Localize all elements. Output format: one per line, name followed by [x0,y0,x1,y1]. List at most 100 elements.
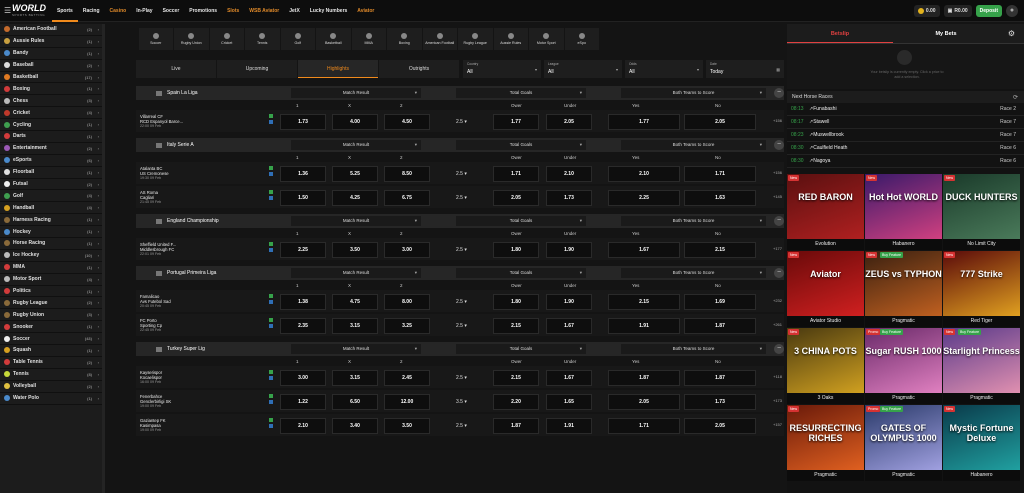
goal-line-select[interactable]: 2.5 ▾ [456,166,490,182]
nav-item[interactable]: Casino [105,0,132,22]
collapse-icon[interactable]: − [774,216,784,226]
filter-tab[interactable]: Outrights [379,60,459,78]
odds-button[interactable]: 8.50 [384,166,430,182]
collapse-icon[interactable]: − [774,88,784,98]
odds-button[interactable]: 3.00 [384,242,430,258]
market-select[interactable]: Match Result [291,216,421,226]
match-teams[interactable]: Gaziantep FK Kasimpasa 19:00 09 Feb [140,418,166,433]
goal-line-select[interactable]: 2.5 ▾ [456,418,490,434]
game-tile[interactable]: Hot Hot WORLD Habanero New [865,174,942,250]
odds-button[interactable]: 12.00 [384,394,430,410]
odds-button[interactable]: 1.91 [546,418,592,434]
odds-button[interactable]: 8.00 [384,294,430,310]
sport-tab[interactable]: Basketball [316,28,351,50]
game-tile[interactable]: Aviator Aviator Studio New [787,251,864,327]
market-select[interactable]: Total Goals [456,88,586,98]
sidebar-item[interactable]: Golf (4) › [0,190,102,203]
odds-button[interactable]: 1.91 [608,318,680,334]
odds-button[interactable]: 6.75 [384,190,430,206]
nav-item[interactable]: Slots [222,0,244,22]
sidebar-item[interactable]: Ice Hockey (10) › [0,250,102,262]
goal-line-select[interactable]: 2.5 ▾ [456,190,490,206]
odds-button[interactable]: 2.45 [384,370,430,386]
odds-button[interactable]: 2.05 [684,114,756,130]
filter-tab[interactable]: Highlights [298,60,378,78]
odds-button[interactable]: 2.05 [608,394,680,410]
sidebar-item[interactable]: Handball (4) › [0,202,102,215]
collapse-icon[interactable]: − [774,268,784,278]
tv-icon[interactable] [269,120,273,124]
live-stats-icon[interactable] [269,190,273,194]
goal-line-select[interactable]: 2.5 ▾ [456,114,490,130]
odds-button[interactable]: 1.87 [684,370,756,386]
odds-button[interactable]: 1.63 [684,190,756,206]
odds-button[interactable]: 4.50 [384,114,430,130]
more-markets-count[interactable]: +232 [773,298,782,303]
market-select[interactable]: Match Result [291,140,421,150]
sport-tab[interactable]: Aussie Rules [493,28,528,50]
cash-balance[interactable]: ▣ R0.00 [943,5,972,17]
market-select[interactable]: Match Result [291,88,421,98]
sport-tab[interactable]: Rugby Union [174,28,209,50]
sidebar-item[interactable]: Snooker (1) › [0,321,102,334]
game-tile[interactable]: RESURRECTING RICHES Pragmatic New [787,405,864,481]
market-select[interactable]: Match Result [291,344,421,354]
game-tile[interactable]: RED BARON Evolution New [787,174,864,250]
odds-button[interactable]: 1.71 [684,166,756,182]
odds-button[interactable]: 2.10 [608,166,680,182]
odds-button[interactable]: 3.25 [384,318,430,334]
more-markets-count[interactable]: +261 [773,322,782,327]
market-select[interactable]: Both Teams to Score [621,88,766,98]
odds-button[interactable]: 1.50 [280,190,326,206]
match-teams[interactable]: Villarreal CF RCD Espanyol Barce... 22:00 … [140,114,183,129]
more-markets-count[interactable]: +156 [773,118,782,123]
odds-button[interactable]: 1.73 [684,394,756,410]
odds-button[interactable]: 4.00 [332,114,378,130]
odds-button[interactable]: 1.71 [608,418,680,434]
filter-select[interactable]: Date Today ▦ [706,60,784,78]
nav-item[interactable]: Aviator [352,0,379,22]
deposit-button[interactable]: Deposit [975,5,1002,17]
nav-item[interactable]: In-Play [131,0,157,22]
odds-button[interactable]: 1.69 [684,294,756,310]
game-tile[interactable]: 3 CHINA POTS 3 Oaks New [787,328,864,404]
race-item[interactable]: 08:30 ↗ Nagoya Race 6 [787,155,1024,168]
sidebar-item[interactable]: Baseball (2) › [0,60,102,72]
odds-button[interactable]: 4.25 [332,190,378,206]
sidebar-scrollbar[interactable] [102,24,105,493]
sport-tab[interactable]: Tennis [245,28,280,50]
sidebar-item[interactable]: Bandy (1) › [0,48,102,60]
odds-button[interactable]: 1.67 [608,242,680,258]
logo[interactable]: ☰ WORLD SPORTS BETTING [4,0,52,22]
match-teams[interactable]: FC Porto Sporting Cp 22:45 09 Feb [140,318,162,333]
sidebar-item[interactable]: MMA (1) › [0,262,102,274]
sidebar-item[interactable]: Water Polo (1) › [0,393,102,405]
more-markets-count[interactable]: +145 [773,194,782,199]
sport-tab[interactable]: Rugby League [458,28,493,50]
sidebar-item[interactable]: Cycling (1) › [0,119,102,132]
live-stats-icon[interactable] [269,370,273,374]
sidebar-item[interactable]: Harness Racing (1) › [0,214,102,227]
match-teams[interactable]: AS Roma Cagliari 21:45 09 Feb [140,190,161,205]
tab-my-bets[interactable]: My Bets [893,24,999,43]
sport-tab[interactable]: American Football [422,28,457,50]
odds-button[interactable]: 1.67 [546,318,592,334]
sidebar-item[interactable]: Motor Sport (4) › [0,274,102,286]
odds-button[interactable]: 1.71 [493,166,539,182]
odds-button[interactable]: 3.50 [384,418,430,434]
live-stats-icon[interactable] [269,242,273,246]
market-select[interactable]: Both Teams to Score [621,268,766,278]
gear-icon[interactable]: ⚙ [999,24,1024,43]
game-tile[interactable]: DUCK HUNTERS No Limit City New [943,174,1020,250]
sidebar-item[interactable]: Politics (1) › [0,286,102,298]
match-teams[interactable]: Atalanta BC US Cremonese 19:30 09 Feb [140,166,169,181]
market-select[interactable]: Both Teams to Score [621,140,766,150]
match-teams[interactable]: Kayserispor Kocaelispor 16:00 09 Feb [140,370,162,385]
goal-line-select[interactable]: 2.5 ▾ [456,370,490,386]
odds-button[interactable]: 4.75 [332,294,378,310]
live-stats-icon[interactable] [269,418,273,422]
odds-button[interactable]: 2.05 [493,190,539,206]
odds-button[interactable]: 1.36 [280,166,326,182]
market-select[interactable]: Total Goals [456,344,586,354]
more-markets-count[interactable]: +156 [773,170,782,175]
